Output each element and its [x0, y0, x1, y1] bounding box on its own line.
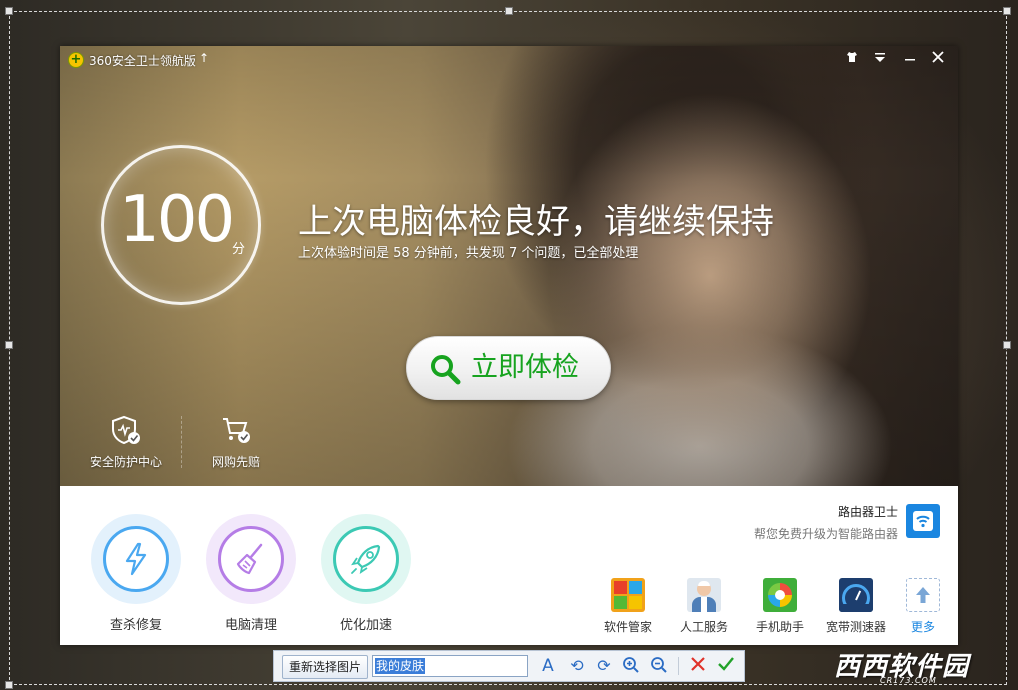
close-icon — [932, 51, 944, 63]
crop-handle-top[interactable] — [505, 7, 513, 15]
shortcut-label: 网购先赔 — [211, 455, 260, 469]
shortcut-shopping-compensation[interactable]: 网购先赔 — [191, 415, 281, 470]
rotate-right-icon[interactable]: ⟳ — [594, 656, 614, 676]
minimize-icon — [905, 59, 915, 61]
router-promo-button[interactable] — [906, 504, 940, 538]
app-label: 软件管家 — [603, 620, 652, 634]
shortcut-label: 安全防护中心 — [89, 455, 162, 469]
app-label: 宽带测速器 — [825, 620, 886, 634]
app-label: 更多 — [910, 620, 935, 634]
router-promo-desc[interactable]: 帮您免费升级为智能路由器 — [754, 525, 898, 542]
upload-arrow-icon — [906, 578, 940, 612]
zoom-out-icon[interactable] — [649, 656, 669, 676]
window-title: 360安全卫士领航版 — [89, 54, 196, 68]
reselect-image-button[interactable]: 重新选择图片 — [282, 655, 369, 679]
shortcut-security-center[interactable]: 安全防护中心 — [81, 415, 171, 470]
skin-shirt-icon — [847, 52, 857, 62]
shortcut-divider — [181, 416, 182, 468]
crop-handle-left[interactable] — [5, 341, 13, 349]
app-human-support[interactable]: 人工服务 — [669, 578, 739, 635]
app-label: 人工服务 — [679, 620, 728, 634]
lightning-icon — [125, 542, 147, 576]
app-window: + 360安全卫士领航版 ↑ 100 分 上次电脑体检良好，请继续保持 上次体验… — [60, 46, 958, 645]
skin-name-value: 我的皮肤 — [375, 658, 426, 674]
tool-optimize-speed[interactable]: 优化加速 — [318, 514, 414, 633]
tool-circle — [206, 514, 296, 604]
broom-icon — [236, 543, 263, 575]
upgrade-arrow-icon[interactable]: ↑ — [199, 51, 209, 65]
support-agent-icon — [687, 578, 721, 612]
menu-button[interactable] — [869, 49, 891, 69]
skin-editor-toolbar: 重新选择图片 我的皮肤 A ⟲ ⟳ — [273, 650, 745, 682]
app-broadband-speed-test[interactable]: 宽带测速器 — [821, 578, 891, 635]
skin-name-input[interactable]: 我的皮肤 — [372, 655, 528, 677]
app-logo-icon: + — [68, 52, 84, 68]
confirm-icon[interactable] — [716, 656, 736, 676]
toolbar-separator — [678, 657, 679, 675]
minimize-button[interactable] — [899, 49, 921, 69]
speedometer-icon — [839, 578, 873, 612]
crop-handle-top-left[interactable] — [5, 7, 13, 15]
tool-scan-repair[interactable]: 查杀修复 — [88, 514, 184, 633]
router-promo-title[interactable]: 路由器卫士 — [838, 503, 898, 520]
app-phone-assistant[interactable]: 手机助手 — [745, 578, 815, 635]
phone-assistant-icon — [763, 578, 797, 612]
tool-label: 优化加速 — [339, 618, 392, 633]
rotate-left-icon[interactable]: ⟲ — [567, 656, 587, 676]
health-score: 100 — [119, 183, 235, 257]
tool-label: 查杀修复 — [109, 618, 162, 633]
tools-panel: 查杀修复 电脑清理 优化加速 路由器卫士 帮您免费升级为智能路由器 软件管家 人… — [60, 486, 958, 645]
search-icon — [431, 355, 461, 385]
shield-check-icon — [112, 415, 140, 445]
tool-label: 电脑清理 — [224, 618, 277, 633]
wifi-icon — [913, 511, 933, 531]
scan-now-label: 立即体检 — [471, 352, 579, 383]
status-headline: 上次电脑体检良好，请继续保持 — [298, 202, 774, 242]
crop-handle-top-right[interactable] — [1003, 7, 1011, 15]
crop-handle-bottom-left[interactable] — [5, 681, 13, 689]
tool-circle — [321, 514, 411, 604]
crop-handle-right[interactable] — [1003, 341, 1011, 349]
status-detail: 上次体验时间是 58 分钟前，共发现 7 个问题，已全部处理 — [298, 246, 639, 261]
app-label: 手机助手 — [755, 620, 804, 634]
skin-button[interactable] — [841, 49, 863, 69]
score-unit: 分 — [232, 242, 246, 257]
app-software-manager[interactable]: 软件管家 — [593, 578, 663, 635]
rocket-icon — [351, 544, 381, 574]
tool-pc-cleanup[interactable]: 电脑清理 — [203, 514, 299, 633]
cancel-icon[interactable] — [688, 656, 708, 676]
app-more[interactable]: 更多 — [888, 578, 958, 635]
software-manager-icon — [611, 578, 645, 612]
menu-icon — [875, 53, 885, 62]
tool-circle — [91, 514, 181, 604]
scan-now-button[interactable]: 立即体检 — [406, 336, 611, 400]
site-watermark-url: CR173.COM — [880, 676, 937, 685]
zoom-in-icon[interactable] — [621, 656, 641, 676]
cart-check-icon — [223, 418, 250, 443]
close-button[interactable] — [927, 49, 949, 69]
text-icon[interactable]: A — [538, 656, 558, 676]
